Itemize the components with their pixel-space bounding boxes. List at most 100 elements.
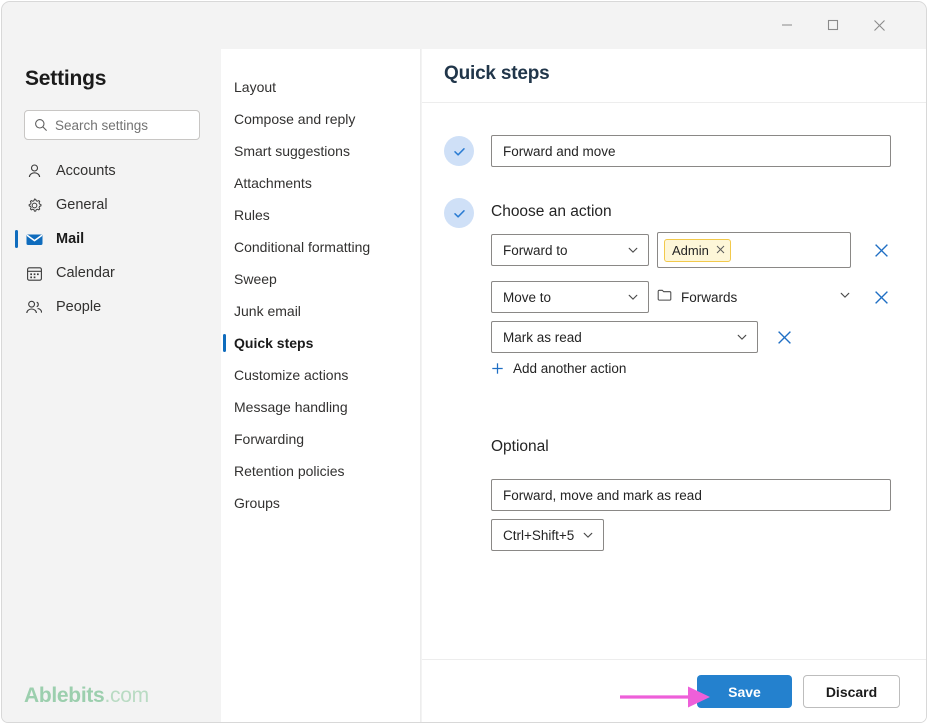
- sidebar-item-label: General: [56, 197, 108, 213]
- recipient-pill-admin[interactable]: Admin: [664, 238, 731, 262]
- nav-item-quick-steps[interactable]: Quick steps: [221, 327, 420, 359]
- window-titlebar: [2, 2, 926, 49]
- tooltip-input[interactable]: [503, 487, 873, 503]
- mail-settings-nav: Layout Compose and reply Smart suggestio…: [221, 49, 421, 722]
- action-type-value: Mark as read: [503, 329, 582, 345]
- nav-item-retention-policies[interactable]: Retention policies: [221, 455, 420, 487]
- nav-item-label: Compose and reply: [234, 111, 356, 127]
- nav-item-label: Rules: [234, 207, 270, 223]
- shortcut-dropdown[interactable]: Ctrl+Shift+5: [491, 519, 604, 551]
- tooltip-field[interactable]: [491, 479, 891, 511]
- nav-item-conditional-formatting[interactable]: Conditional formatting: [221, 231, 420, 263]
- quick-step-editor: Choose an action Forward to Admin: [422, 103, 926, 659]
- nav-item-label: Junk email: [234, 303, 301, 319]
- nav-item-label: Forwarding: [234, 431, 305, 447]
- nav-item-label: Attachments: [234, 175, 312, 191]
- recipient-pill-label: Admin: [672, 242, 709, 258]
- chevron-down-icon: [736, 331, 748, 343]
- nav-item-forwarding[interactable]: Forwarding: [221, 423, 420, 455]
- nav-item-label: Layout: [234, 79, 277, 95]
- action-type-value: Forward to: [503, 242, 568, 258]
- quick-step-name-field[interactable]: [491, 135, 891, 167]
- remove-action-button-3[interactable]: [770, 323, 798, 351]
- nav-item-customize-actions[interactable]: Customize actions: [221, 359, 420, 391]
- plus-icon: [491, 362, 504, 375]
- nav-item-label: Smart suggestions: [234, 143, 350, 159]
- nav-item-label: Conditional formatting: [234, 239, 371, 255]
- chevron-down-icon: [839, 288, 851, 306]
- choose-an-action-label: Choose an action: [491, 203, 612, 220]
- folder-picker[interactable]: Forwards: [657, 281, 851, 313]
- nav-item-sweep[interactable]: Sweep: [221, 263, 420, 295]
- mail-icon: [24, 229, 44, 249]
- sidebar-item-mail[interactable]: Mail: [2, 222, 221, 256]
- watermark-tld: .com: [104, 684, 149, 707]
- nav-item-label: Retention policies: [234, 463, 345, 479]
- sidebar-title: Settings: [25, 67, 107, 90]
- page-title: Quick steps: [444, 63, 550, 84]
- watermark-brand: Ablebits: [24, 684, 105, 707]
- quick-step-name-input[interactable]: [503, 143, 873, 159]
- main-header: Quick steps: [422, 49, 926, 103]
- nav-item-rules[interactable]: Rules: [221, 199, 420, 231]
- chevron-down-icon: [582, 529, 594, 541]
- close-button[interactable]: [856, 2, 902, 48]
- sidebar-nav: Accounts General Mail Calendar People: [2, 154, 221, 324]
- action-row: Move to Forwards: [491, 281, 895, 313]
- chevron-down-icon: [627, 244, 639, 256]
- folder-name: Forwards: [681, 289, 738, 305]
- search-box[interactable]: [24, 110, 200, 140]
- chevron-down-icon: [627, 291, 639, 303]
- action-type-value: Move to: [503, 289, 552, 305]
- action-row: Forward to Admin: [491, 232, 895, 268]
- remove-action-button-1[interactable]: [867, 236, 895, 264]
- recipient-field[interactable]: Admin: [657, 232, 851, 268]
- folder-icon: [657, 288, 672, 307]
- ablebits-watermark: Ablebits.com: [24, 684, 149, 708]
- sidebar-item-calendar[interactable]: Calendar: [2, 256, 221, 290]
- sidebar-item-label: People: [56, 299, 102, 315]
- nav-item-junk-email[interactable]: Junk email: [221, 295, 420, 327]
- gear-icon: [24, 195, 44, 215]
- add-another-action-label: Add another action: [513, 361, 627, 376]
- remove-action-button-2[interactable]: [867, 283, 895, 311]
- settings-sidebar: Settings Accounts: [2, 49, 221, 722]
- nav-item-label: Quick steps: [234, 335, 314, 351]
- nav-item-smart-suggestions[interactable]: Smart suggestions: [221, 135, 420, 167]
- nav-item-groups[interactable]: Groups: [221, 487, 420, 519]
- save-button[interactable]: Save: [697, 675, 792, 708]
- sidebar-item-accounts[interactable]: Accounts: [2, 154, 221, 188]
- people-icon: [24, 297, 44, 317]
- nav-item-layout[interactable]: Layout: [221, 71, 420, 103]
- shortcut-value: Ctrl+Shift+5: [503, 527, 575, 543]
- settings-window: Settings Accounts: [1, 1, 927, 723]
- minimize-button[interactable]: [764, 2, 810, 48]
- nav-item-label: Groups: [234, 495, 280, 511]
- sidebar-item-label: Calendar: [56, 265, 115, 281]
- action-type-dropdown-1[interactable]: Forward to: [491, 234, 649, 266]
- step-complete-check-icon: [444, 136, 474, 166]
- main-panel: Quick steps Choose an action Forward: [422, 49, 926, 722]
- action-row: Mark as read: [491, 321, 798, 353]
- person-icon: [24, 161, 44, 181]
- sidebar-item-people[interactable]: People: [2, 290, 221, 324]
- nav-item-label: Message handling: [234, 399, 348, 415]
- nav-item-compose-and-reply[interactable]: Compose and reply: [221, 103, 420, 135]
- add-another-action-button[interactable]: Add another action: [491, 361, 626, 376]
- nav-item-message-handling[interactable]: Message handling: [221, 391, 420, 423]
- nav-item-label: Customize actions: [234, 367, 349, 383]
- sidebar-item-label: Accounts: [56, 163, 116, 179]
- discard-button[interactable]: Discard: [803, 675, 900, 708]
- editor-footer: Save Discard: [422, 659, 926, 722]
- action-type-dropdown-3[interactable]: Mark as read: [491, 321, 758, 353]
- nav-item-attachments[interactable]: Attachments: [221, 167, 420, 199]
- sidebar-item-general[interactable]: General: [2, 188, 221, 222]
- nav-item-label: Sweep: [234, 271, 277, 287]
- search-icon: [34, 118, 48, 132]
- action-complete-check-icon: [444, 198, 474, 228]
- search-input[interactable]: [55, 117, 187, 133]
- mail-settings-nav-list: Layout Compose and reply Smart suggestio…: [221, 71, 420, 519]
- action-type-dropdown-2[interactable]: Move to: [491, 281, 649, 313]
- maximize-button[interactable]: [810, 2, 856, 48]
- remove-recipient-icon[interactable]: [716, 241, 725, 259]
